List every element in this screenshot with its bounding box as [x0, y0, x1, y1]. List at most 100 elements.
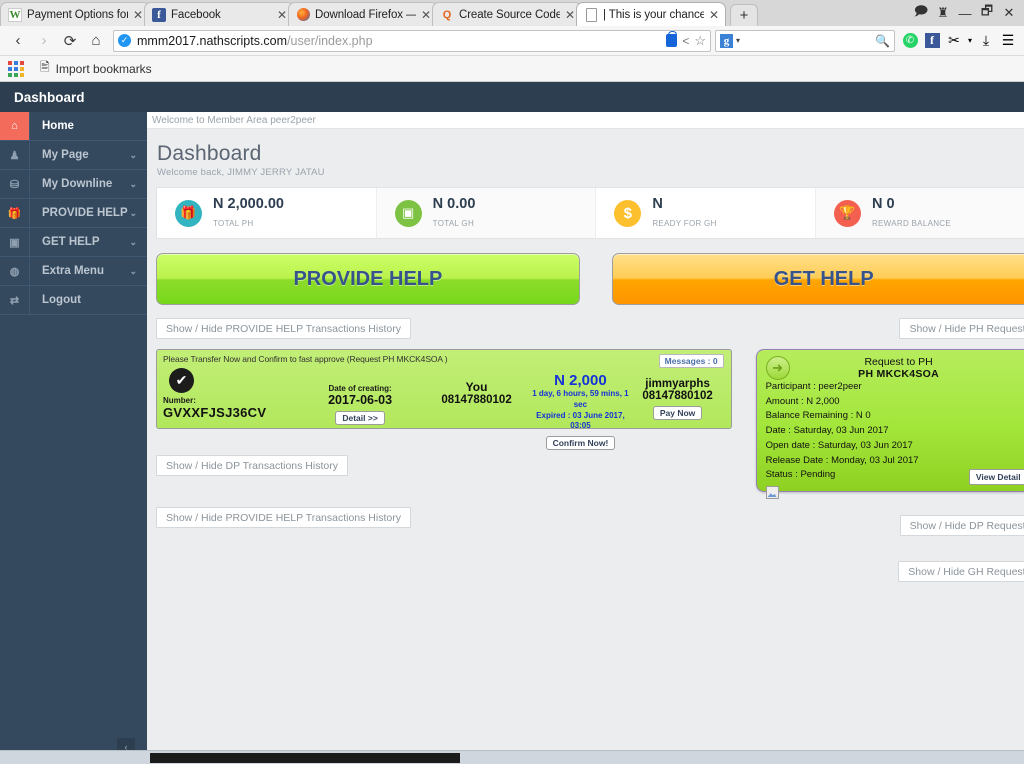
- close-icon[interactable]: ✕: [707, 9, 721, 21]
- detail-button[interactable]: Detail >>: [335, 411, 384, 425]
- partner-phone: 08147880102: [631, 390, 725, 402]
- sidebar-item-my-downline[interactable]: ⛁ My Downline ⌄: [0, 170, 147, 199]
- sidebar-item-logout[interactable]: ⇄ Logout: [0, 286, 147, 315]
- toggle-ph-history-top[interactable]: Show / Hide PROVIDE HELP Transactions Hi…: [156, 318, 411, 339]
- provide-help-button[interactable]: PROVIDE HELP: [156, 253, 580, 305]
- ph-request-header: ➜ Request to PH PH MKCK4SOA: [766, 356, 1024, 380]
- quora-icon: Q: [440, 8, 454, 22]
- ph-line-amount: Amount : N 2,000: [766, 395, 1024, 410]
- page-viewport: Dashboard ⌂ Home ♟ My Page ⌄ ⛁ My Downli…: [0, 82, 1024, 764]
- view-detail-button[interactable]: View Detail: [969, 469, 1024, 485]
- close-icon[interactable]: ✕: [275, 9, 289, 21]
- browser-tab-4[interactable]: Q Create Source Code ✕: [432, 2, 582, 26]
- sidebar-item-label: My Page: [30, 149, 129, 161]
- apps-grid-icon[interactable]: [8, 61, 24, 77]
- whatsapp-icon[interactable]: ✆: [899, 29, 921, 53]
- sidebar-item-provide-help[interactable]: 🎁 PROVIDE HELP ⌄: [0, 199, 147, 228]
- browser-tab-2[interactable]: f Facebook ✕: [144, 2, 294, 26]
- stat-label: TOTAL GH: [433, 219, 474, 228]
- sidebar-item-label: Extra Menu: [30, 265, 129, 277]
- lock-icon[interactable]: [666, 34, 677, 47]
- download-icon[interactable]: ⤓: [975, 29, 997, 53]
- date-label: Date of creating:: [297, 384, 422, 393]
- primary-actions: PROVIDE HELP GET HELP: [156, 253, 1024, 305]
- amount-value: N 2,000: [530, 372, 630, 389]
- ph-line-open-date: Open date : Saturday, 03 Jun 2017: [766, 439, 1024, 454]
- chevron-down-icon[interactable]: ▾: [736, 36, 740, 45]
- sidebar-item-label: My Downline: [30, 178, 129, 190]
- chevron-down-icon[interactable]: ▾: [965, 29, 975, 53]
- stat-label: REWARD BALANCE: [872, 219, 951, 228]
- import-bookmarks-button[interactable]: 🖹 Import bookmarks: [40, 58, 152, 79]
- forward-button[interactable]: ›: [31, 28, 57, 54]
- back-button[interactable]: ‹: [5, 28, 31, 54]
- stat-card-ready-for-gh: $ N READY FOR GH: [596, 188, 816, 238]
- sidebar: ⌂ Home ♟ My Page ⌄ ⛁ My Downline ⌄ 🎁 PRO…: [0, 112, 147, 764]
- browser-tab-3[interactable]: Download Firefox — ✕: [288, 2, 438, 26]
- sitemap-icon: ⛁: [0, 170, 30, 198]
- google-search-icon[interactable]: g: [720, 34, 733, 48]
- new-tab-button[interactable]: +: [730, 4, 758, 26]
- pin-icon[interactable]: ♜: [932, 2, 954, 24]
- transaction-amount-col: N 2,000 1 day, 6 hours, 59 mins, 1 sec E…: [530, 366, 630, 451]
- bookmark-star-icon[interactable]: ☆: [694, 33, 706, 49]
- trophy-icon: 🏆: [834, 200, 861, 227]
- close-icon[interactable]: ✕: [563, 9, 577, 21]
- stat-value: N 0: [872, 196, 895, 212]
- ph-request-card: ➜ Request to PH PH MKCK4SOA Participant …: [756, 349, 1024, 492]
- stat-card-total-ph: 🎁 N 2,000.00 TOTAL PH: [157, 188, 377, 238]
- window-controls: 🗩 ♜ — 🗗 ✕: [910, 0, 1024, 26]
- messages-badge[interactable]: Messages : 0: [659, 354, 724, 368]
- transaction-number-col: ✔ Number: GVXXFJSJ36CV: [163, 366, 297, 451]
- sidebar-item-extra-menu[interactable]: ◍ Extra Menu ⌄: [0, 257, 147, 286]
- transaction-you-col: You 08147880102: [423, 366, 531, 451]
- toggle-dp-request[interactable]: Show / Hide DP Request: [900, 515, 1024, 536]
- search-icon[interactable]: 🔍: [875, 34, 890, 48]
- transaction-grid: ✔ Number: GVXXFJSJ36CV Date of creating:…: [163, 366, 725, 451]
- search-bar[interactable]: g ▾ 🔍: [715, 30, 895, 52]
- sidebar-item-my-page[interactable]: ♟ My Page ⌄: [0, 141, 147, 170]
- sidebar-item-get-help[interactable]: ▣ GET HELP ⌄: [0, 228, 147, 257]
- user-icon: ♟: [0, 141, 30, 169]
- tab-label: Facebook: [171, 9, 272, 21]
- confirm-now-button[interactable]: Confirm Now!: [546, 436, 616, 450]
- toggle-ph-history-bottom[interactable]: Show / Hide PROVIDE HELP Transactions Hi…: [156, 507, 411, 528]
- menu-icon[interactable]: ☰: [997, 29, 1019, 53]
- toggle-gh-request[interactable]: Show / Hide GH Request: [898, 561, 1024, 582]
- chevron-down-icon: ⌄: [129, 266, 147, 277]
- home-icon: ⌂: [0, 112, 30, 140]
- address-bar[interactable]: ✓ mmm2017.nathscripts.com/user/index.php…: [113, 30, 711, 52]
- scrollbar-thumb[interactable]: [150, 753, 460, 763]
- money-icon: ▣: [0, 228, 30, 256]
- get-help-button[interactable]: GET HELP: [612, 253, 1024, 305]
- toggle-ph-request[interactable]: Show / Hide PH Request: [899, 318, 1024, 339]
- ph-request-title: Request to PH: [790, 356, 1008, 368]
- restore-icon[interactable]: 🗗: [976, 2, 998, 24]
- exchange-icon: ⇄: [0, 286, 30, 314]
- share-icon[interactable]: <: [682, 34, 689, 48]
- date-value: 2017-06-03: [297, 393, 422, 407]
- sidebar-item-home[interactable]: ⌂ Home: [0, 112, 147, 141]
- home-button[interactable]: ⌂: [83, 28, 109, 54]
- import-icon: 🖹: [40, 58, 50, 79]
- browser-tab-1[interactable]: W Payment Options for ✕: [0, 2, 150, 26]
- toggle-dp-history[interactable]: Show / Hide DP Transactions History: [156, 455, 348, 476]
- scissors-icon[interactable]: ✂: [943, 29, 965, 53]
- close-icon[interactable]: ✕: [131, 9, 145, 21]
- facebook-icon[interactable]: f: [921, 29, 943, 53]
- ph-line-release-date: Release Date : Monday, 03 Jul 2017: [766, 454, 1024, 469]
- close-icon[interactable]: ✕: [419, 9, 433, 21]
- chevron-down-icon: ⌄: [129, 208, 147, 219]
- minimize-icon[interactable]: —: [954, 2, 976, 24]
- reload-button[interactable]: ⟳: [57, 28, 83, 54]
- stat-value: N 2,000.00: [213, 196, 284, 212]
- transaction-partner-col: jimmyarphs 08147880102 Pay Now: [631, 366, 725, 451]
- horizontal-scrollbar[interactable]: [0, 750, 1024, 764]
- pay-now-button[interactable]: Pay Now: [653, 406, 702, 420]
- number-label: Number:: [163, 396, 297, 405]
- browser-tab-5[interactable]: | This is your chance ✕: [576, 2, 726, 26]
- expired-text: Expired : 03 June 2017, 03:05: [530, 411, 630, 433]
- close-icon[interactable]: ✕: [998, 2, 1020, 24]
- sidebar-item-label: Home: [30, 120, 137, 132]
- chat-icon[interactable]: 🗩: [910, 2, 932, 24]
